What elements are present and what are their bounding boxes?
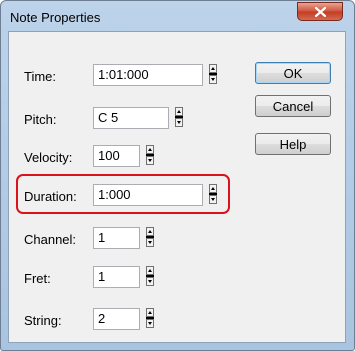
channel-spinner[interactable] <box>146 227 154 247</box>
fret-input[interactable]: 1 <box>93 266 140 288</box>
cancel-button[interactable]: Cancel <box>255 95 331 117</box>
time-input[interactable]: 1:01:000 <box>93 64 203 86</box>
ok-button[interactable]: OK <box>255 62 331 84</box>
channel-label: Channel: <box>24 232 77 247</box>
close-icon <box>315 7 326 17</box>
window-title: Note Properties <box>10 10 101 25</box>
time-label: Time: <box>24 69 57 84</box>
duration-spinner[interactable] <box>209 184 217 204</box>
velocity-input[interactable]: 100 <box>93 145 140 167</box>
string-label: String: <box>24 313 62 328</box>
velocity-label: Velocity: <box>24 150 73 165</box>
pitch-spinner[interactable] <box>175 107 183 127</box>
help-button[interactable]: Help <box>255 133 331 155</box>
channel-input[interactable]: 1 <box>93 227 140 249</box>
pitch-label: Pitch: <box>24 112 57 127</box>
title-bar[interactable]: Note Properties <box>1 1 354 32</box>
fret-label: Fret: <box>24 271 51 286</box>
close-button[interactable] <box>297 2 343 21</box>
string-input[interactable]: 2 <box>93 308 140 330</box>
string-spinner[interactable] <box>146 308 154 328</box>
velocity-spinner[interactable] <box>146 145 154 165</box>
time-spinner[interactable] <box>209 64 217 84</box>
duration-input[interactable]: 1:000 <box>93 184 203 206</box>
duration-label: Duration: <box>24 189 77 204</box>
fret-spinner[interactable] <box>146 266 154 286</box>
pitch-input[interactable]: C 5 <box>93 107 169 129</box>
